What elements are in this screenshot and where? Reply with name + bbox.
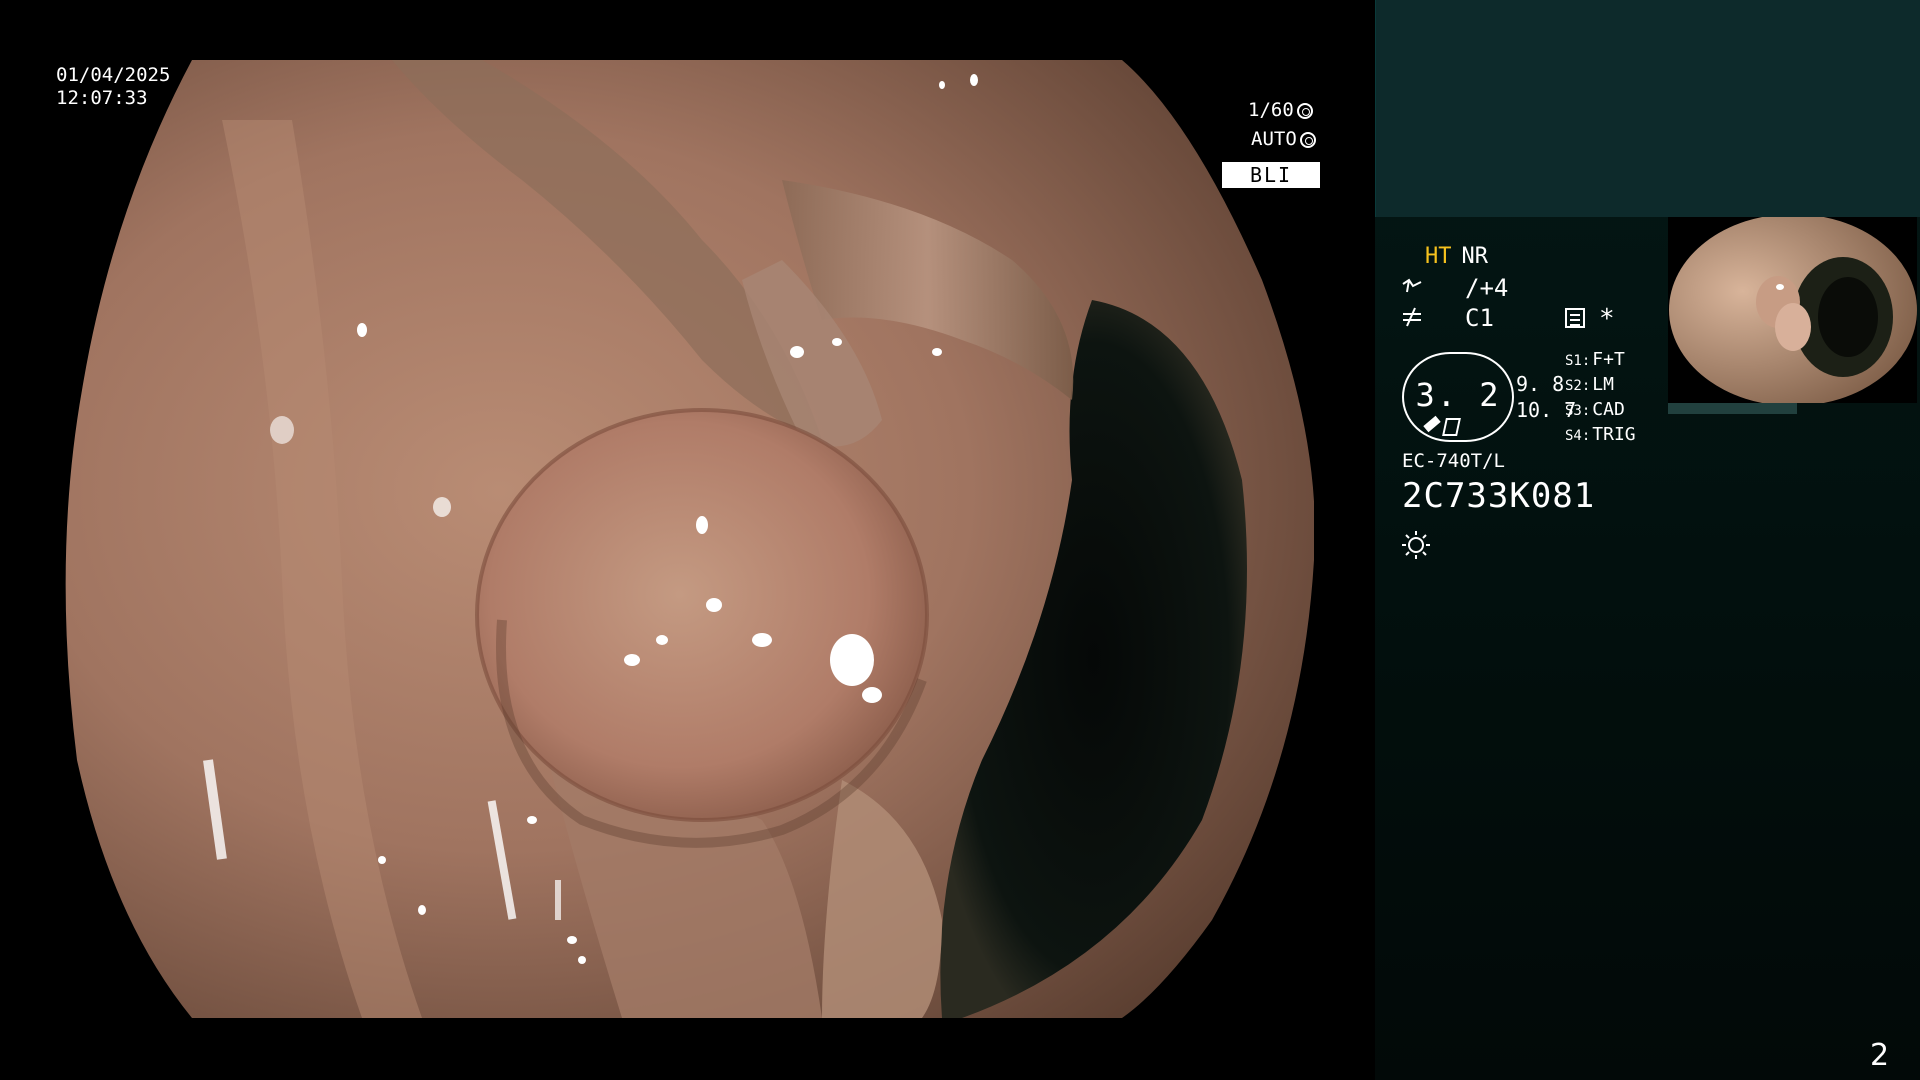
aperture-icon xyxy=(1296,102,1313,119)
slot-key: S3: xyxy=(1565,403,1591,419)
thumbnail-status-bar xyxy=(1668,403,1797,414)
scope-serial: 2C733K081 xyxy=(1402,476,1596,516)
slot-s1: S1: F+T xyxy=(1565,349,1625,370)
ht-label: HT xyxy=(1425,244,1452,269)
shutter-indicator: 1/60 xyxy=(1248,99,1313,121)
endoscope-main-view: 01/04/2025 12:07:33 1/60 AUTO BLI xyxy=(0,0,1375,1080)
auto-text: AUTO xyxy=(1251,128,1297,150)
thumbnail-preview[interactable] xyxy=(1668,217,1917,403)
date-text: 01/04/2025 xyxy=(56,64,171,86)
slot-value: CAD xyxy=(1592,399,1625,420)
slot-key: S1: xyxy=(1565,353,1591,369)
zoom-badge: 3. 2 xyxy=(1402,352,1514,442)
time-text: 12:07:33 xyxy=(56,87,148,109)
side-panel-header-block xyxy=(1375,0,1920,217)
structure-enhance-icon xyxy=(1401,276,1423,298)
shutter-text: 1/60 xyxy=(1248,99,1294,121)
bli-mode-badge: BLI xyxy=(1222,162,1320,188)
side-value-1: 9. 8 xyxy=(1516,372,1565,396)
slot-s4: S4: TRIG xyxy=(1565,424,1636,445)
slot-key: S2: xyxy=(1565,378,1591,394)
slot-value: LM xyxy=(1592,374,1614,395)
slot-value: F+T xyxy=(1592,349,1625,370)
pen-icon xyxy=(1423,415,1441,433)
color-value: C1 xyxy=(1465,304,1494,332)
page-number: 2 xyxy=(1870,1038,1890,1073)
colon-polyp-image xyxy=(65,60,1314,1018)
auto-exposure-indicator: AUTO xyxy=(1251,128,1316,150)
color-mode-icon xyxy=(1401,306,1423,328)
menu-icon xyxy=(1565,308,1585,328)
iris-icon xyxy=(1299,131,1316,148)
slot-s3: S3: CAD xyxy=(1565,399,1625,420)
slot-key: S4: xyxy=(1565,428,1591,444)
nr-label: NR xyxy=(1461,244,1489,269)
scope-model: EC-740T/L xyxy=(1402,450,1505,472)
zoom-value: 3. 2 xyxy=(1415,376,1501,414)
thumbnail-image xyxy=(1668,217,1917,403)
endoscopic-image xyxy=(62,60,1314,1018)
enhance-value: /+4 xyxy=(1465,274,1509,302)
slot-value: TRIG xyxy=(1592,424,1636,445)
slot-s2: S2: LM xyxy=(1565,374,1614,395)
light-source-icon xyxy=(1401,530,1431,564)
ht-nr-row: HT NR xyxy=(1425,244,1488,269)
date-time-display: 01/04/2025 12:07:33 xyxy=(56,64,170,110)
side-panel: HT NR /+4 C1 * 3. 2 9. 8 10. 7 S1: F+T S2:… xyxy=(1375,0,1920,1080)
frame-icon xyxy=(1442,418,1461,436)
star-indicator: * xyxy=(1599,304,1615,334)
